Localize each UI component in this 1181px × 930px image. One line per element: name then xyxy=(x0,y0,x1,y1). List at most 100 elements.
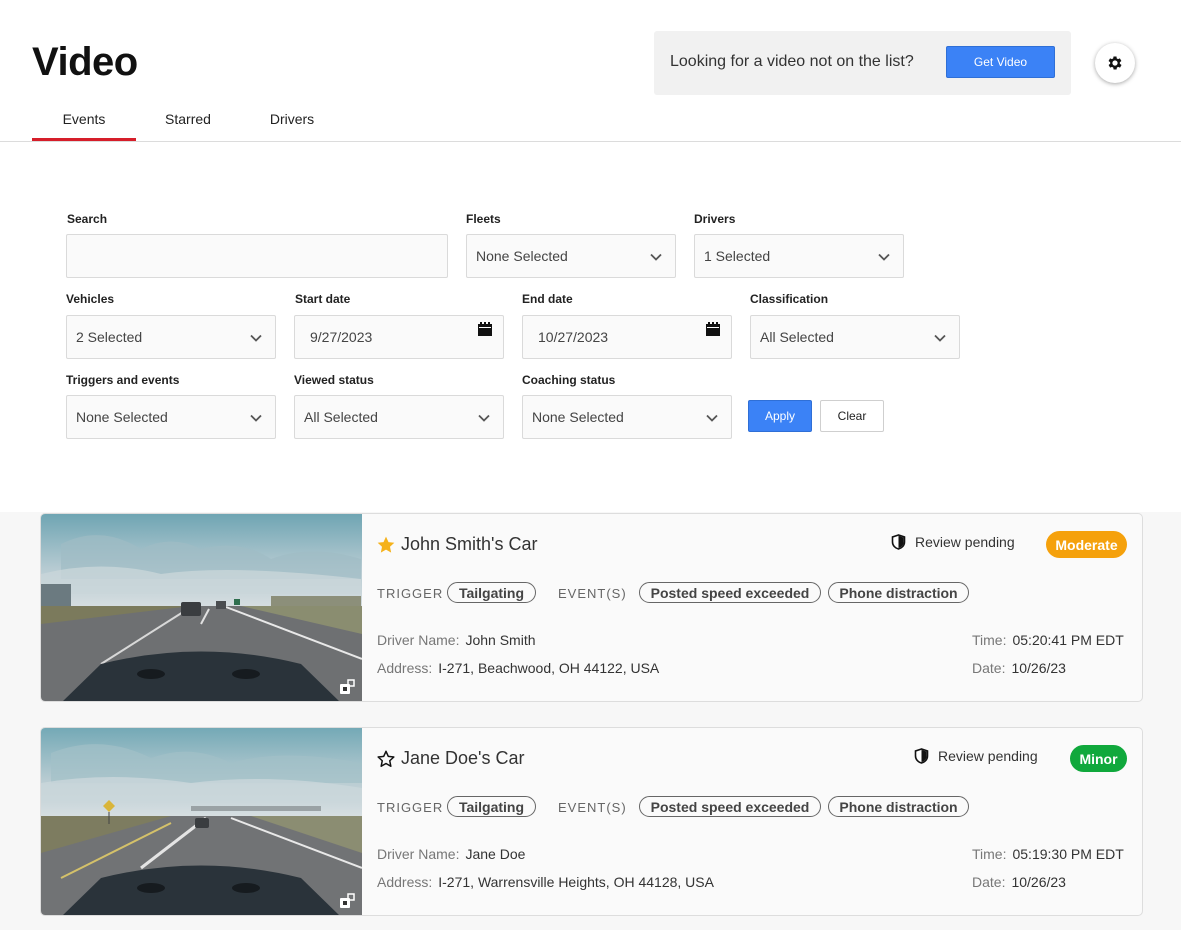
tab-events[interactable]: Events xyxy=(32,108,136,141)
calendar-icon[interactable] xyxy=(477,321,493,337)
tab-drivers[interactable]: Drivers xyxy=(240,108,344,141)
end-date-value: 10/27/2023 xyxy=(538,329,609,345)
driver-name-value: John Smith xyxy=(465,632,536,648)
date-row: Date: 10/26/23 xyxy=(972,874,1066,890)
viewed-label: Viewed status xyxy=(294,373,374,387)
end-date-input[interactable]: 10/27/2023 xyxy=(522,315,732,359)
event-chip: Posted speed exceeded xyxy=(639,582,821,603)
shield-icon xyxy=(914,748,929,764)
page-header: Video Events Starred Drivers Looking for… xyxy=(0,0,1181,142)
review-status-label: Review pending xyxy=(938,748,1038,764)
address-label: Address: xyxy=(377,660,433,676)
date-row: Date: 10/26/23 xyxy=(972,660,1066,676)
event-card[interactable]: Jane Doe's Car Review pending Minor TRIG… xyxy=(40,727,1143,916)
event-chip: Phone distraction xyxy=(828,796,969,817)
vehicle-name: John Smith's Car xyxy=(401,534,538,554)
start-date-value: 9/27/2023 xyxy=(310,329,373,345)
filter-panel: Search Fleets None Selected Drivers 1 Se… xyxy=(0,142,1181,512)
date-label: Date: xyxy=(972,874,1006,890)
classification-select[interactable]: All Selected xyxy=(750,315,960,359)
video-thumbnail[interactable] xyxy=(41,728,362,915)
get-video-banner: Looking for a video not on the list? Get… xyxy=(654,31,1071,95)
chevron-down-icon xyxy=(878,253,890,261)
trigger-chip: Tailgating xyxy=(447,582,536,603)
review-status: Review pending xyxy=(914,748,1038,764)
clear-button[interactable]: Clear xyxy=(820,400,884,432)
classification-label: Classification xyxy=(750,292,829,306)
triggers-value: None Selected xyxy=(76,409,168,425)
trigger-label: TRIGGER xyxy=(377,800,444,815)
coaching-select[interactable]: None Selected xyxy=(522,395,732,439)
coaching-value: None Selected xyxy=(532,409,624,425)
severity-badge: Minor xyxy=(1070,745,1127,772)
video-thumbnail[interactable] xyxy=(41,514,362,701)
shield-icon xyxy=(891,534,906,550)
triggers-select[interactable]: None Selected xyxy=(66,395,276,439)
chevron-down-icon xyxy=(706,414,718,422)
driver-name-row: Driver Name: John Smith xyxy=(377,632,536,648)
chevron-down-icon xyxy=(934,334,946,342)
address-value: I-271, Beachwood, OH 44122, USA xyxy=(438,660,660,676)
tab-bar: Events Starred Drivers xyxy=(32,108,344,141)
severity-badge: Moderate xyxy=(1046,531,1127,558)
event-chip: Phone distraction xyxy=(828,582,969,603)
search-input[interactable] xyxy=(66,234,448,278)
star-filled-icon[interactable] xyxy=(376,535,396,555)
fleets-select[interactable]: None Selected xyxy=(466,234,676,278)
event-list: John Smith's Car Review pending Moderate… xyxy=(0,512,1181,930)
address-row: Address: I-271, Beachwood, OH 44122, USA xyxy=(377,660,659,676)
time-label: Time: xyxy=(972,846,1007,862)
vehicle-name: Jane Doe's Car xyxy=(401,748,525,768)
time-value: 05:20:41 PM EDT xyxy=(1012,632,1124,648)
calendar-icon[interactable] xyxy=(705,321,721,337)
fleets-label: Fleets xyxy=(466,212,501,226)
driver-name-value: Jane Doe xyxy=(465,846,526,862)
get-video-button[interactable]: Get Video xyxy=(946,46,1055,78)
fleets-value: None Selected xyxy=(476,248,568,264)
get-video-prompt: Looking for a video not on the list? xyxy=(670,53,914,70)
page-title: Video xyxy=(32,40,138,84)
date-label: Date: xyxy=(972,660,1006,676)
chevron-down-icon xyxy=(478,414,490,422)
driver-name-label: Driver Name: xyxy=(377,846,460,862)
vehicles-select[interactable]: 2 Selected xyxy=(66,315,276,359)
search-label: Search xyxy=(67,212,108,226)
camera-view-icon xyxy=(340,893,355,908)
chevron-down-icon xyxy=(250,334,262,342)
viewed-value: All Selected xyxy=(304,409,378,425)
drivers-label: Drivers xyxy=(694,212,736,226)
address-value: I-271, Warrensville Heights, OH 44128, U… xyxy=(438,874,714,890)
address-label: Address: xyxy=(377,874,433,890)
start-date-input[interactable]: 9/27/2023 xyxy=(294,315,504,359)
triggers-label: Triggers and events xyxy=(66,373,180,387)
time-value: 05:19:30 PM EDT xyxy=(1012,846,1124,862)
drivers-value: 1 Selected xyxy=(704,248,771,264)
time-row: Time: 05:19:30 PM EDT xyxy=(972,846,1124,862)
date-value: 10/26/23 xyxy=(1011,660,1066,676)
time-row: Time: 05:20:41 PM EDT xyxy=(972,632,1124,648)
chevron-down-icon xyxy=(650,253,662,261)
end-date-label: End date xyxy=(522,292,573,306)
vehicles-label: Vehicles xyxy=(66,292,115,306)
classification-value: All Selected xyxy=(760,329,834,345)
review-status-label: Review pending xyxy=(915,534,1015,550)
events-label: EVENT(S) xyxy=(558,586,627,601)
driver-name-row: Driver Name: Jane Doe xyxy=(377,846,525,862)
settings-button[interactable] xyxy=(1095,43,1135,83)
coaching-label: Coaching status xyxy=(522,373,616,387)
review-status: Review pending xyxy=(891,534,1015,550)
event-card[interactable]: John Smith's Car Review pending Moderate… xyxy=(40,513,1143,702)
vehicles-value: 2 Selected xyxy=(76,329,143,345)
drivers-select[interactable]: 1 Selected xyxy=(694,234,904,278)
star-outline-icon[interactable] xyxy=(376,749,396,769)
gear-icon xyxy=(1108,56,1122,70)
viewed-select[interactable]: All Selected xyxy=(294,395,504,439)
trigger-chip: Tailgating xyxy=(447,796,536,817)
events-label: EVENT(S) xyxy=(558,800,627,815)
tab-starred[interactable]: Starred xyxy=(136,108,240,141)
trigger-label: TRIGGER xyxy=(377,586,444,601)
start-date-label: Start date xyxy=(295,292,351,306)
date-value: 10/26/23 xyxy=(1011,874,1066,890)
camera-view-icon xyxy=(340,679,355,694)
apply-button[interactable]: Apply xyxy=(748,400,812,432)
